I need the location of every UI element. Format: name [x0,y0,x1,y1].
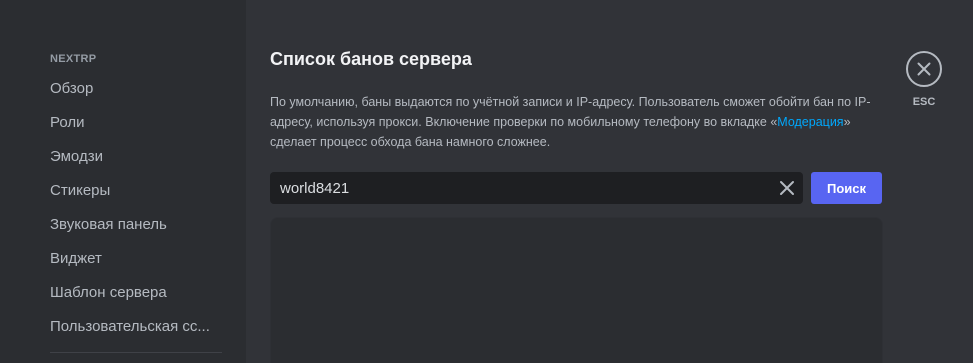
server-name-heading: NEXTRP [50,53,97,65]
sidebar-nav: Обзор Роли Эмодзи Стикеры Звуковая панел… [40,72,226,344]
close-icon [780,181,794,195]
page-title: Список банов сервера [270,49,472,69]
close-button[interactable] [906,51,942,87]
sidebar-item-emoji[interactable]: Эмодзи [40,140,226,174]
sidebar-item-overview[interactable]: Обзор [40,72,226,106]
sidebar-item-stickers[interactable]: Стикеры [40,174,226,208]
sidebar-item-widget[interactable]: Виджет [40,242,226,276]
sidebar-item-custom-link[interactable]: Пользовательская сс... [40,310,226,344]
close-settings: ESC [906,51,942,108]
esc-label: ESC [912,96,936,108]
sidebar-item-roles[interactable]: Роли [40,106,226,140]
sidebar-item-soundboard[interactable]: Звуковая панель [40,208,226,242]
clear-search-icon[interactable] [771,172,803,204]
settings-sidebar: NEXTRP Обзор Роли Эмодзи Стикеры Звукова… [0,0,246,363]
ban-search-box [270,172,803,204]
sidebar-item-server-template[interactable]: Шаблон сервера [40,276,226,310]
ban-results-panel [270,217,883,363]
server-settings-window: NEXTRP Обзор Роли Эмодзи Стикеры Звукова… [0,0,973,363]
bans-content: Список банов сервера По умолчанию, баны … [246,0,973,363]
search-button[interactable]: Поиск [811,172,882,204]
bans-description: По умолчанию, баны выдаются по учётной з… [270,92,886,152]
ban-search-input[interactable] [270,172,771,204]
close-icon [917,62,931,76]
sidebar-divider [50,352,222,353]
moderation-link[interactable]: Модерация [777,115,843,129]
